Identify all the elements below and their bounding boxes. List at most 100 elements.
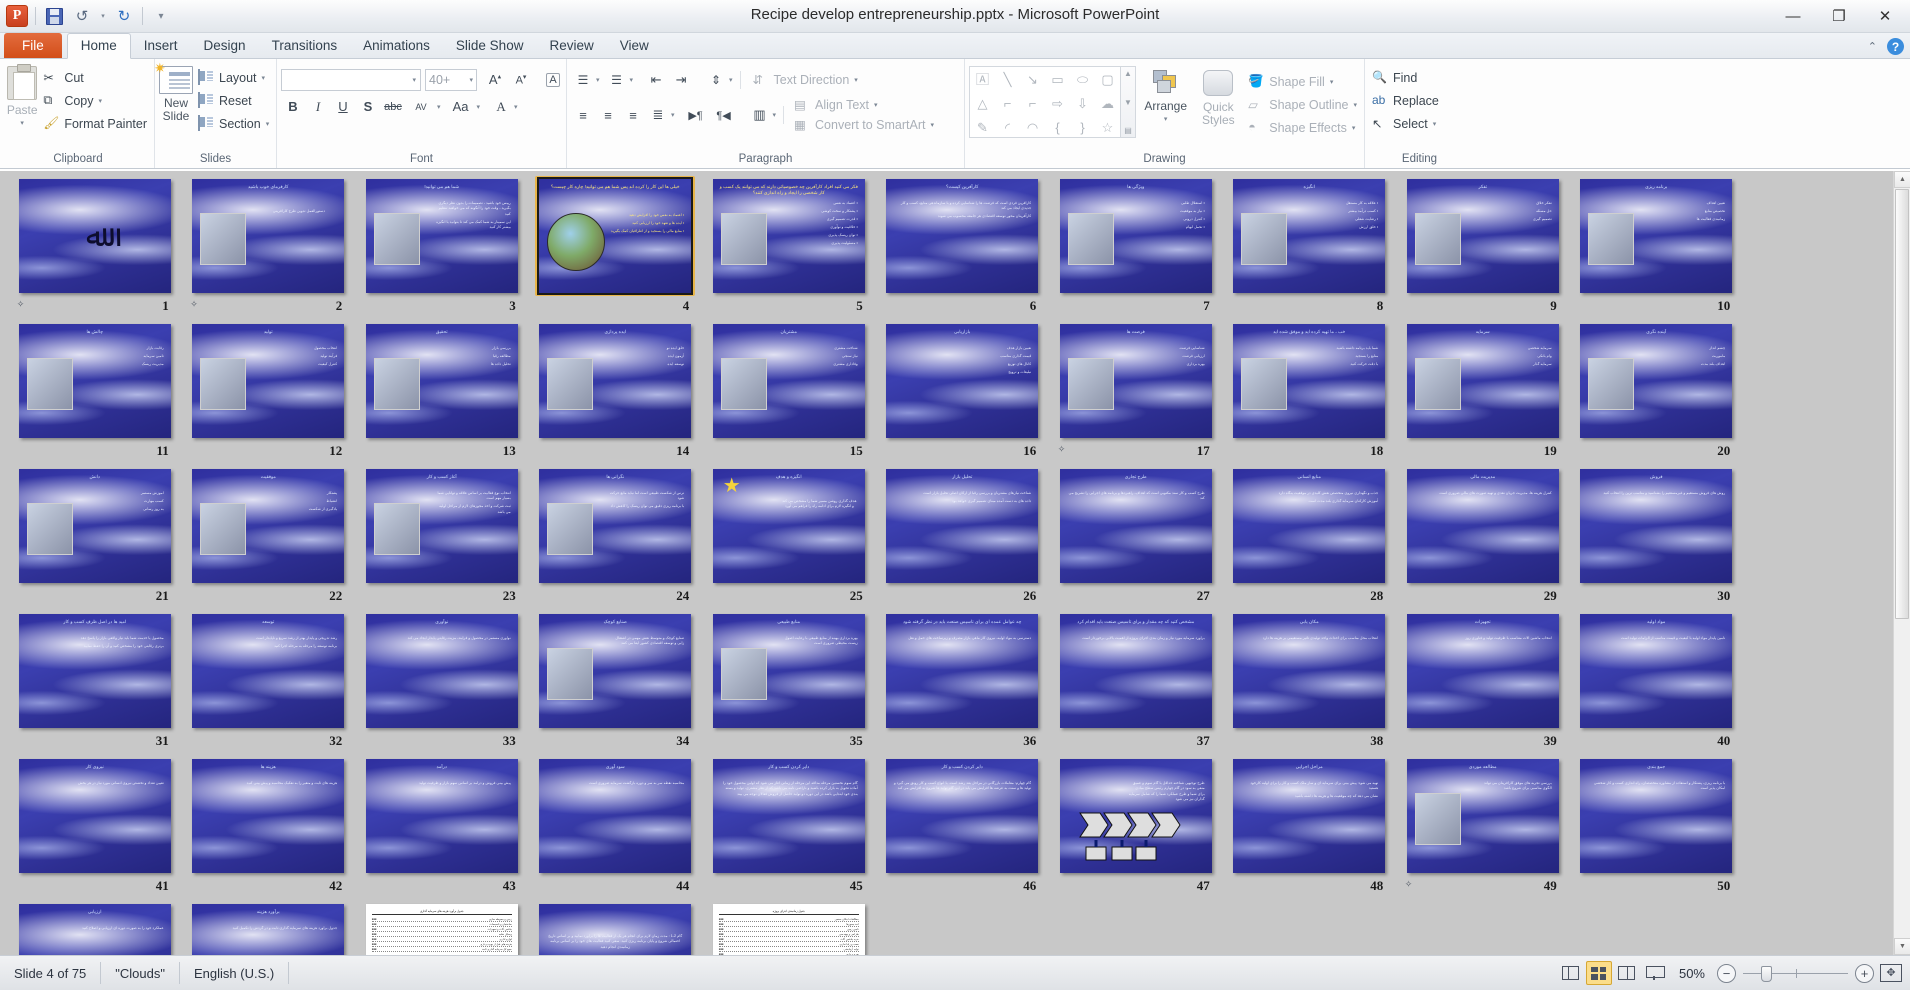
status-theme-name[interactable]: "Clouds" [101,962,180,984]
scrollbar-thumb[interactable] [1895,189,1909,619]
zoom-level-label[interactable]: 50% [1669,966,1717,981]
slide-thumbnail-28[interactable]: منابع انسانی جذب و نگهداری نیروی متخصص نق… [1223,466,1397,611]
restore-button[interactable]: ❐ [1816,1,1862,31]
slide-thumbnail-46[interactable]: دایر کردن کسب و کار گام چهارم: معاملات با… [876,756,1050,901]
slide-thumbnail-53[interactable]: جدول برآورد هزینه های سرمایه گذاری زمین و… [355,901,529,955]
slide-thumbnail-9[interactable]: تفکر تفکر خلاق حل مسئله تصمیم گیری 9 [1396,176,1570,321]
shape-effects-button[interactable]: ◓ Shape Effects ▾ [1245,116,1360,139]
shapes-more-icon[interactable]: ▤ [1124,126,1132,135]
slide-thumbnail-37[interactable]: مشخص کنید که چه مقدار و برای تاسیس صنعت … [1049,611,1223,756]
slide-thumbnail-8[interactable]: انگیزه • علاقه به کار مستقل • کسب درآمد بی… [1223,176,1397,321]
scroll-down-button[interactable]: ▼ [1894,938,1910,955]
slide-thumbnail-23[interactable]: آغاز کسب و کار انتخاب نوع فعالیت بر اساس … [355,466,529,611]
slide-thumbnail-17[interactable]: فرصت ها شناسایی فرصت ارزیابی فرصت بهره بردا… [1049,321,1223,466]
slide-thumbnail-20[interactable]: آینده نگری چشم انداز ماموریت اهداف بلند مدت… [1570,321,1744,466]
convert-to-smartart-button[interactable]: ▦ Convert to SmartArt ▾ [791,115,937,135]
font-size-input[interactable]: 40+ ▾ [425,68,477,91]
shape-cloud-icon[interactable]: ☁ [1101,97,1114,110]
italic-button[interactable]: I [306,95,330,118]
status-language[interactable]: English (U.S.) [180,962,290,984]
align-center-button[interactable]: ≡ [596,104,620,127]
select-button[interactable]: ↖ Select ▾ [1369,112,1442,135]
format-painter-button[interactable]: 🖌 Format Painter [40,112,150,135]
slide-thumbnail-4[interactable]: خیلی ها این کار را کرده اند پس شما هم می… [529,176,703,321]
slide-sorter-pane[interactable]: ﷲ ✧ 1 کارفرمای خوب باشید دستورالعمل تدوین طر… [0,171,1910,955]
shape-rounded-rectangle-icon[interactable]: ▢ [1101,73,1113,86]
slide-thumbnail-44[interactable]: سود آوری محاسبه نقطه سر به سر و دوره بازگ… [529,756,703,901]
paste-button[interactable]: Paste ▾ [6,62,38,130]
underline-button[interactable]: U [331,95,355,118]
shape-outline-button[interactable]: ▱ Shape Outline ▾ [1245,93,1360,116]
copy-button[interactable]: ⧉ Copy ▾ [40,89,150,112]
slide-thumbnail-55[interactable]: جدول زمانبندی اجرای پروژه مطالعات امکان س… [702,901,876,955]
slide-thumbnail-31[interactable]: امید ها در اصل ظرف کسب و کار محصول یا خدم… [8,611,182,756]
slide-thumbnail-3[interactable]: شما هم می توانید! رییس خود باشید ، تصمیما… [355,176,529,321]
slide-thumbnail-40[interactable]: مواد اولیه تامین پایدار مواد اولیه با کیف… [1570,611,1744,756]
tab-animations[interactable]: Animations [350,34,443,58]
animation-indicator-icon[interactable]: ✧ [17,299,28,311]
tab-slide-show[interactable]: Slide Show [443,34,537,58]
section-button[interactable]: Section ▾ [195,112,272,135]
view-normal-button[interactable] [1558,961,1584,985]
slide-thumbnail-27[interactable]: طرح تجاری طرح کسب و کار سند مکتوبی است که… [1049,466,1223,611]
tab-transitions[interactable]: Transitions [259,34,351,58]
columns-button[interactable]: ▥ [748,104,772,127]
slide-thumbnail-48[interactable]: مراحل اجرایی تهیه می شود: پیش بینی برای س… [1223,756,1397,901]
cut-button[interactable]: ✂ Cut [40,66,150,89]
align-text-button[interactable]: ▤ Align Text ▾ [791,95,937,115]
shape-line-icon[interactable]: ╲ [1004,73,1012,86]
shape-rectangle-icon[interactable]: ▭ [1051,73,1063,86]
font-name-input[interactable]: ▾ [281,68,421,91]
shape-fill-button[interactable]: 🪣 Shape Fill ▾ [1245,70,1360,93]
bullets-button[interactable]: ☰ [571,68,595,91]
slide-thumbnail-11[interactable]: چالش ها رقابت بازار تامین سرمایه مدیریت ریس… [8,321,182,466]
replace-button[interactable]: ab Replace [1369,89,1442,112]
chevron-down-icon[interactable]: ▾ [477,103,481,111]
slide-thumbnail-34[interactable]: صنایع کوچک صنایع کوچک و متوسط نقش مهمی در… [529,611,703,756]
slide-thumbnail-49[interactable]: مطالعه موردی بررسی تجربه های موفق کارآفری… [1396,756,1570,901]
slide-thumbnail-30[interactable]: فروش روش های فروش مستقیم و غیرمستقیم را ب… [1570,466,1744,611]
tab-design[interactable]: Design [191,34,259,58]
slide-thumbnail-25[interactable]: انگیزه و هدف هدف گذاری روشن مسیر شما را م… [702,466,876,611]
slide-thumbnail-24[interactable]: نگرانی ها ترس از شکست طبیعی است اما نباید… [529,466,703,611]
minimize-button[interactable]: — [1770,1,1816,31]
shape-right-brace-icon[interactable]: } [1080,121,1084,134]
zoom-in-button[interactable]: + [1855,963,1874,983]
rtl-direction-button[interactable]: ¶◀ [709,104,739,127]
status-slide-indicator[interactable]: Slide 4 of 75 [0,962,102,984]
slide-thumbnail-29[interactable]: مدیریت مالی کنترل هزینه ها، مدیریت جریان … [1396,466,1570,611]
shape-right-arrow-icon[interactable]: ⇨ [1052,97,1063,110]
chevron-down-icon[interactable]: ▾ [729,76,733,84]
align-left-button[interactable]: ≡ [571,104,595,127]
slide-thumbnail-13[interactable]: تحقیق بررسی بازار مطالعه رقبا تحلیل داده ها… [355,321,529,466]
minimize-ribbon-icon[interactable]: ⌃ [1868,40,1877,53]
slide-thumbnail-52[interactable]: برآورد هزینه جدول برآورد هزینه های سرمایه… [182,901,356,955]
new-slide-button[interactable]: ✷ New Slide [154,61,193,123]
slide-thumbnail-39[interactable]: تجهیزات انتخاب ماشین آلات متناسب با ظرفیت… [1396,611,1570,756]
slide-sorter-scrollbar[interactable]: ▲ ▼ [1893,171,1910,955]
shapes-gallery-scrollbar[interactable]: ▲ ▼ ▤ [1121,66,1136,138]
scroll-up-icon[interactable]: ▲ [1124,69,1132,78]
quick-styles-button[interactable]: Quick Styles [1195,66,1241,127]
slide-thumbnail-7[interactable]: ویژگی ها • استقلال طلبی • نیاز به موفقیت • … [1049,176,1223,321]
line-spacing-button[interactable]: ⇕ [704,68,728,91]
slide-thumbnail-54[interactable]: گام 2-1 : مدت زمان لازم برای انجام هر یک… [529,901,703,955]
slide-thumbnail-16[interactable]: بازاریابی تعیین بازار هدف قیمت گذاری مناسب… [876,321,1050,466]
shape-elbow-arrow-connector-icon[interactable]: ⌐ [1029,97,1037,110]
shape-text-box-icon[interactable]: 🄰 [976,73,989,86]
find-button[interactable]: 🔍 Find [1369,66,1442,89]
slide-thumbnail-12[interactable]: تولید انتخاب محصول فرآیند تولید کنترل کیفیت… [182,321,356,466]
slide-thumbnail-10[interactable]: برنامه ریزی تعیین اهداف تخصیص منابع زمانبند… [1570,176,1744,321]
text-shadow-button[interactable]: S [356,95,380,118]
chevron-down-icon[interactable]: ▾ [773,111,777,119]
close-button[interactable]: ✕ [1862,1,1908,31]
fit-slide-to-window-button[interactable] [1880,964,1902,982]
slide-thumbnail-51[interactable]: ارزیابی عملکرد خود را به صورت دوره ای ارز… [8,901,182,955]
slide-thumbnail-19[interactable]: سرمایه سرمایه شخصی وام بانکی سرمایه گذار 19 [1396,321,1570,466]
zoom-slider-handle[interactable] [1761,965,1772,982]
strikethrough-button[interactable]: abc [381,95,405,118]
slide-thumbnail-42[interactable]: هزینه ها هزینه های ثابت و متغیر را به تفک… [182,756,356,901]
chevron-down-icon[interactable]: ▾ [671,111,675,119]
numbering-button[interactable]: ☰ [605,68,629,91]
shape-triangle-icon[interactable]: △ [978,97,988,110]
